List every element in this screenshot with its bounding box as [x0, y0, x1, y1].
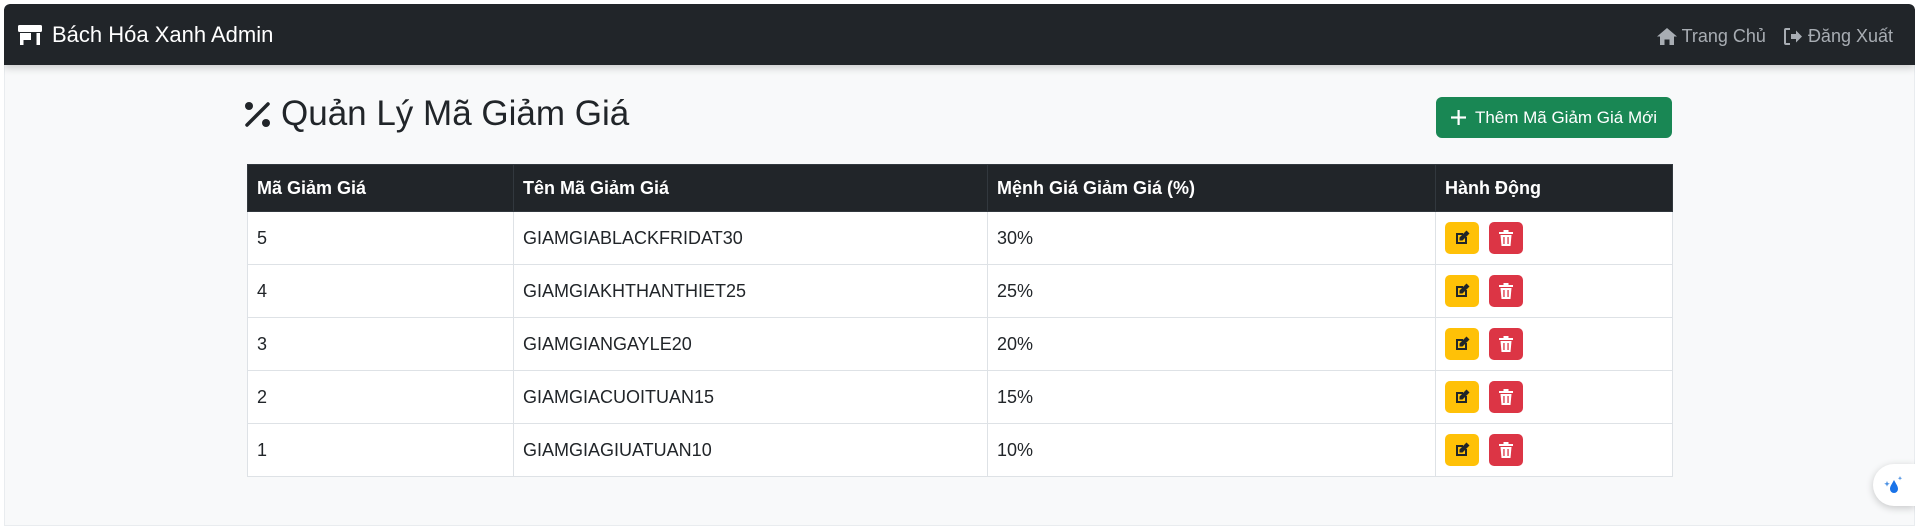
app-window: Bách Hóa Xanh Admin Trang Chủ Đăng Xuất [4, 4, 1915, 526]
brand[interactable]: Bách Hóa Xanh Admin [18, 22, 273, 48]
nav-logout-label: Đăng Xuất [1807, 26, 1893, 46]
table-row: 4 GIAMGIAKHTHANTHIET25 25% [247, 264, 1673, 318]
trash-icon [1499, 442, 1513, 458]
add-discount-button[interactable]: Thêm Mã Giảm Giá Mới [1436, 97, 1672, 138]
cell-name: GIAMGIABLACKFRIDAT30 [513, 211, 988, 265]
cell-id: 4 [247, 264, 514, 318]
store-icon [18, 25, 42, 45]
cell-id: 2 [247, 370, 514, 424]
edit-button[interactable] [1445, 434, 1479, 466]
cell-actions [1435, 211, 1673, 265]
cell-value: 30% [987, 211, 1436, 265]
delete-button[interactable] [1489, 381, 1523, 413]
table-row: 2 GIAMGIACUOITUAN15 15% [247, 370, 1673, 424]
edit-icon [1456, 283, 1470, 297]
nav-links: Trang Chủ Đăng Xuất [1639, 26, 1893, 47]
edit-button[interactable] [1445, 222, 1479, 254]
cell-value: 20% [987, 317, 1436, 371]
nav-home-label: Trang Chủ [1681, 26, 1766, 46]
table-body: 5 GIAMGIABLACKFRIDAT30 30% 4 GIAMGIAKHTH… [247, 211, 1673, 477]
delete-button[interactable] [1489, 275, 1523, 307]
add-discount-label: Thêm Mã Giảm Giá Mới [1474, 107, 1658, 127]
cell-actions [1435, 370, 1673, 424]
cell-actions [1435, 317, 1673, 371]
header-id: Mã Giảm Giá [247, 164, 514, 212]
nav-logout-link[interactable]: Đăng Xuất [1783, 26, 1893, 47]
page-title-text: Quản Lý Mã Giảm Giá [281, 94, 630, 133]
cell-name: GIAMGIANGAYLE20 [513, 317, 988, 371]
cell-id: 1 [247, 423, 514, 477]
trash-icon [1499, 283, 1513, 299]
header-name: Tên Mã Giảm Giá [513, 164, 988, 212]
sparkle-drop-icon [1884, 476, 1903, 493]
cell-actions [1435, 423, 1673, 477]
logout-icon [1783, 28, 1802, 45]
navbar: Bách Hóa Xanh Admin Trang Chủ Đăng Xuất [4, 4, 1915, 65]
cell-name: GIAMGIACUOITUAN15 [513, 370, 988, 424]
edit-button[interactable] [1445, 275, 1479, 307]
table-row: 5 GIAMGIABLACKFRIDAT30 30% [247, 211, 1673, 265]
trash-icon [1499, 389, 1513, 405]
percent-icon [245, 101, 270, 127]
cell-actions [1435, 264, 1673, 318]
cell-name: GIAMGIAGIUATUAN10 [513, 423, 988, 477]
trash-icon [1499, 230, 1513, 246]
table-row: 3 GIAMGIANGAYLE20 20% [247, 317, 1673, 371]
trash-icon [1499, 336, 1513, 352]
page-title: Quản Lý Mã Giảm Giá [244, 94, 629, 134]
cell-id: 5 [247, 211, 514, 265]
edit-button[interactable] [1445, 328, 1479, 360]
discount-table: Mã Giảm Giá Tên Mã Giảm Giá Mệnh Giá Giả… [247, 164, 1673, 477]
delete-button[interactable] [1489, 434, 1523, 466]
plus-icon [1450, 110, 1466, 125]
edit-button[interactable] [1445, 381, 1479, 413]
cell-id: 3 [247, 317, 514, 371]
table-head: Mã Giảm Giá Tên Mã Giảm Giá Mệnh Giá Giả… [247, 164, 1673, 212]
edit-icon [1456, 442, 1470, 456]
delete-button[interactable] [1489, 328, 1523, 360]
nav-home-link[interactable]: Trang Chủ [1656, 26, 1766, 47]
header-value: Mệnh Giá Giảm Giá (%) [987, 164, 1436, 212]
cell-value: 10% [987, 423, 1436, 477]
edit-icon [1456, 336, 1470, 350]
home-icon [1656, 28, 1677, 45]
delete-button[interactable] [1489, 222, 1523, 254]
edit-icon [1456, 389, 1470, 403]
table-row: 1 GIAMGIAGIUATUAN10 10% [247, 423, 1673, 477]
table-header-row: Mã Giảm Giá Tên Mã Giảm Giá Mệnh Giá Giả… [247, 164, 1673, 212]
cell-value: 25% [987, 264, 1436, 318]
cell-value: 15% [987, 370, 1436, 424]
edit-icon [1456, 230, 1470, 244]
brand-label: Bách Hóa Xanh Admin [52, 22, 274, 47]
header-actions: Hành Động [1435, 164, 1673, 212]
cell-name: GIAMGIAKHTHANTHIET25 [513, 264, 988, 318]
floating-assistant-button[interactable] [1873, 464, 1915, 506]
